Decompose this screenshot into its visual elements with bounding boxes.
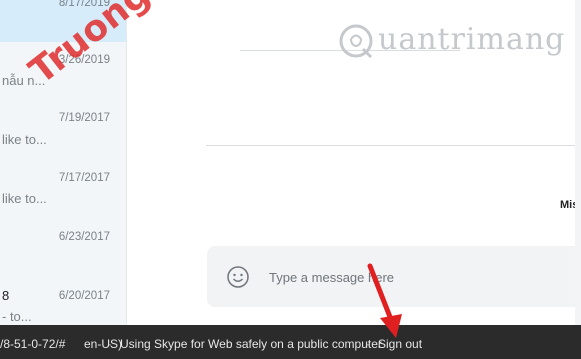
conversation-list: 8/17/2019 3/26/2019 nẫu n... 7/19/2017 l… [0, 0, 127, 325]
footer-bar: /8-51-0-72/# en-US) · Using Skype for We… [0, 325, 581, 359]
sign-out-link[interactable]: Sign out [378, 337, 422, 351]
divider [206, 145, 581, 146]
conversation-item[interactable]: 7/17/2017 like to... [0, 162, 126, 222]
conversation-date: 6/20/2017 [58, 290, 110, 302]
url-fragment: /8-51-0-72/# [0, 337, 66, 351]
conversation-item[interactable]: 6/23/2017 [0, 222, 126, 282]
conversation-snippet: nẫu n... [2, 73, 46, 88]
conversation-snippet: like to... [2, 132, 47, 147]
emoji-icon[interactable] [226, 265, 250, 289]
conversation-date: 7/17/2017 [58, 172, 110, 184]
right-panel-edge [575, 0, 581, 325]
conversation-item[interactable]: 7/19/2017 like to... [0, 102, 126, 162]
quantrimang-logo-icon [339, 24, 373, 59]
message-input[interactable] [267, 263, 571, 291]
message-composer [207, 246, 581, 307]
conversation-snippet: - to... [2, 309, 32, 324]
public-computer-safety-link[interactable]: Using Skype for Web safely on a public c… [120, 337, 382, 351]
conversation-date: 3/26/2019 [58, 54, 110, 66]
footer-separator: · [108, 337, 112, 351]
conversation-item[interactable]: 8/17/2019 [0, 0, 126, 42]
footer-separator: · [366, 337, 370, 351]
conversation-date: 6/23/2017 [58, 231, 110, 243]
conversation-name: 8 [2, 288, 10, 303]
conversation-date: 8/17/2019 [58, 0, 110, 9]
conversation-snippet: like to... [2, 191, 47, 206]
conversation-item[interactable]: 8 6/20/2017 - to... [0, 282, 126, 325]
conversation-item[interactable]: 3/26/2019 nẫu n... [0, 42, 126, 102]
locale-link[interactable]: en-US) [84, 337, 122, 351]
conversation-date: 7/19/2017 [58, 112, 110, 124]
